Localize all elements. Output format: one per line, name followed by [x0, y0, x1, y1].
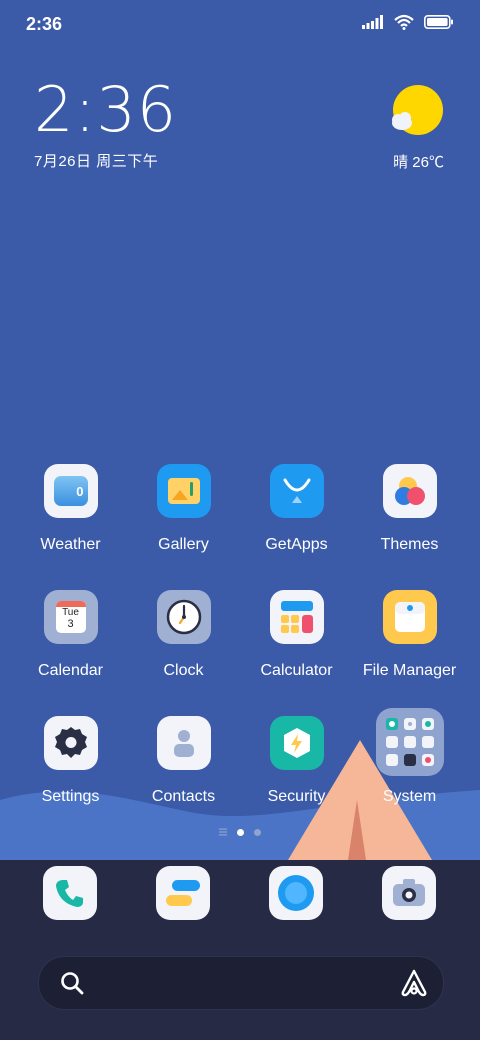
calendar-icon-day: Tue — [62, 607, 79, 618]
app-security[interactable]: Security — [240, 716, 353, 806]
calculator-icon — [269, 590, 324, 644]
app-label: Weather — [40, 536, 101, 553]
settings-icon — [43, 716, 98, 770]
app-label: Gallery — [158, 536, 209, 553]
status-bar: 2:36 — [0, 0, 480, 50]
app-calendar[interactable]: Tue 3 Calendar — [14, 590, 127, 680]
app-system-folder[interactable]: System — [353, 708, 466, 806]
clock-icon — [156, 590, 211, 644]
app-calculator[interactable]: Calculator — [240, 590, 353, 680]
page-indicator[interactable] — [0, 828, 480, 836]
app-label: Calendar — [38, 662, 103, 679]
widget-date: 7月26日 周三下午 — [34, 153, 159, 170]
status-time: 2:36 — [26, 14, 63, 34]
assistant-icon[interactable] — [399, 968, 429, 998]
battery-icon — [424, 15, 453, 29]
calendar-icon-date: 3 — [67, 618, 74, 630]
app-gallery[interactable]: Gallery — [127, 464, 240, 554]
app-label: Security — [267, 788, 326, 805]
app-weather[interactable]: 0 Weather — [14, 464, 127, 554]
phone-icon[interactable] — [43, 866, 97, 920]
app-label: GetApps — [265, 536, 328, 553]
app-settings[interactable]: Settings — [14, 716, 127, 806]
app-label: Contacts — [151, 788, 216, 805]
app-file-manager[interactable]: File Manager — [353, 590, 466, 680]
app-getapps[interactable]: GetApps — [240, 464, 353, 554]
app-label: Themes — [380, 536, 439, 553]
app-label: Calculator — [260, 662, 333, 679]
page-dot — [254, 828, 261, 836]
weather-widget[interactable]: 晴 26℃ — [344, 84, 444, 172]
themes-icon — [382, 464, 437, 518]
getapps-icon — [269, 464, 324, 518]
security-icon — [269, 716, 324, 770]
system-folder-icon — [375, 708, 444, 776]
file-manager-icon — [382, 590, 437, 644]
status-icons — [362, 14, 454, 30]
app-themes[interactable]: Themes — [353, 464, 466, 554]
page-list-icon — [219, 828, 227, 836]
app-label: System — [382, 788, 437, 805]
app-label: Clock — [163, 662, 204, 679]
app-clock[interactable]: Clock — [127, 590, 240, 680]
app-label: File Manager — [362, 662, 457, 679]
weather-icon: 0 — [43, 464, 98, 518]
sun-cloud-icon — [392, 85, 443, 135]
app-label: Settings — [41, 788, 100, 805]
signal-icon — [362, 15, 383, 29]
home-screen: 2:36 2:36 7月26日 周三下午 晴 26℃ 0 Weather Gal… — [0, 0, 480, 1040]
wifi-icon — [394, 14, 414, 30]
browser-icon[interactable] — [269, 866, 323, 920]
messages-icon[interactable] — [156, 866, 210, 920]
search-bar[interactable] — [38, 956, 444, 1010]
page-dot-active — [237, 828, 244, 836]
weather-icon-text: 0 — [76, 484, 84, 499]
search-icon — [61, 972, 84, 995]
contacts-icon — [156, 716, 211, 770]
clock-widget[interactable]: 2:36 7月26日 周三下午 — [34, 78, 177, 171]
weather-text: 晴 26℃ — [393, 154, 444, 171]
app-contacts[interactable]: Contacts — [127, 716, 240, 806]
camera-icon[interactable] — [382, 866, 436, 920]
widget-time: 2:36 — [34, 73, 178, 146]
dock — [0, 860, 480, 1040]
calendar-icon: Tue 3 — [43, 590, 98, 644]
gallery-icon — [156, 464, 211, 518]
